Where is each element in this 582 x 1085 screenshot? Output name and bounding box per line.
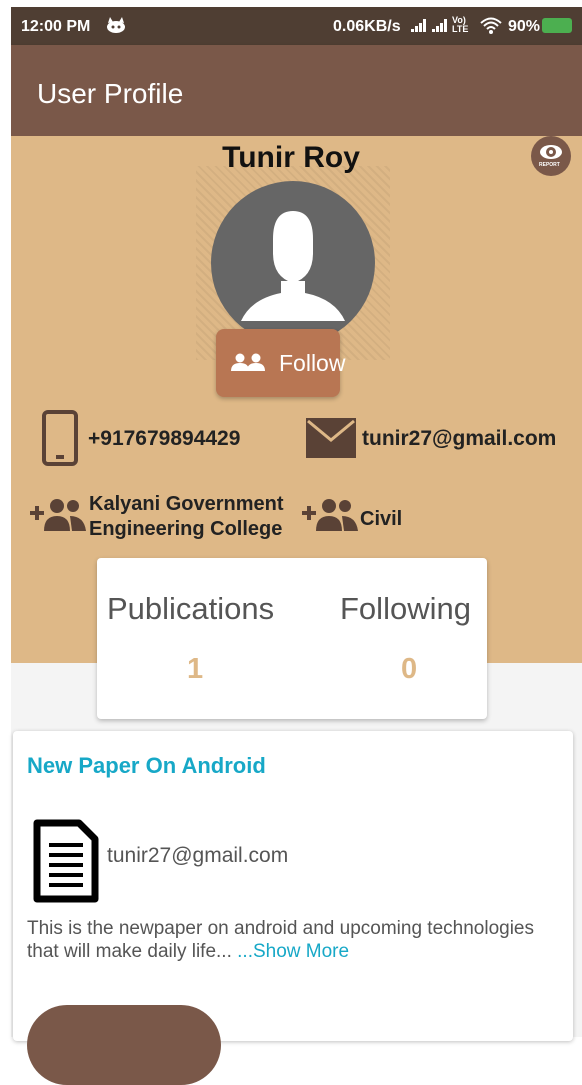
phone-number[interactable]: +917679894429 bbox=[88, 427, 240, 451]
college-line2: Engineering College bbox=[89, 518, 283, 540]
android-cat-icon bbox=[105, 17, 127, 38]
paper-description: This is the newpaper on android and upco… bbox=[27, 918, 534, 962]
follow-label: Follow bbox=[279, 350, 346, 376]
app-bar: User Profile bbox=[11, 45, 582, 136]
paper-action-button[interactable] bbox=[27, 1005, 221, 1085]
department: Civil bbox=[360, 508, 403, 530]
add-group-icon bbox=[30, 497, 88, 538]
publications-count[interactable]: 1 bbox=[187, 653, 203, 686]
status-bar: 12:00 PM 0.06KB/s Vo) LTE 90% bbox=[11, 7, 582, 45]
paper-title[interactable]: New Paper On Android bbox=[27, 753, 266, 779]
paper-author-email: tunir27@gmail.com bbox=[107, 844, 289, 867]
paper-card[interactable]: New Paper On Android tunir27@gmail.com T… bbox=[13, 731, 573, 1085]
people-icon bbox=[231, 353, 265, 371]
page-title: User Profile bbox=[37, 78, 184, 109]
add-group-icon bbox=[302, 497, 360, 538]
stats-card: Publications 1 Following 0 bbox=[97, 558, 487, 719]
show-more-link[interactable]: ...Show More bbox=[232, 941, 349, 962]
following-label[interactable]: Following bbox=[340, 591, 471, 627]
wifi-icon bbox=[480, 17, 502, 39]
battery-charging-icon bbox=[542, 18, 572, 33]
mail-icon bbox=[306, 418, 356, 463]
status-time: 12:00 PM bbox=[21, 18, 91, 35]
network-rate: 0.06KB/s bbox=[333, 18, 401, 35]
email-address[interactable]: tunir27@gmail.com bbox=[362, 427, 556, 451]
document-icon bbox=[33, 819, 99, 908]
person-silhouette-icon bbox=[241, 211, 345, 321]
signal-icon bbox=[432, 19, 450, 37]
report-label: REPORT bbox=[539, 162, 560, 168]
college-line1: Kalyani Government bbox=[89, 493, 284, 515]
signal-icon bbox=[411, 19, 429, 37]
avatar[interactable] bbox=[211, 181, 375, 345]
phone-icon bbox=[42, 410, 78, 471]
following-count[interactable]: 0 bbox=[401, 653, 417, 686]
lte-indicator: Vo) LTE bbox=[452, 15, 469, 34]
battery-percent: 90% bbox=[508, 18, 541, 35]
follow-button[interactable]: Follow bbox=[216, 329, 345, 397]
publications-label[interactable]: Publications bbox=[107, 591, 274, 627]
report-eye-icon[interactable]: REPORT bbox=[531, 136, 571, 176]
